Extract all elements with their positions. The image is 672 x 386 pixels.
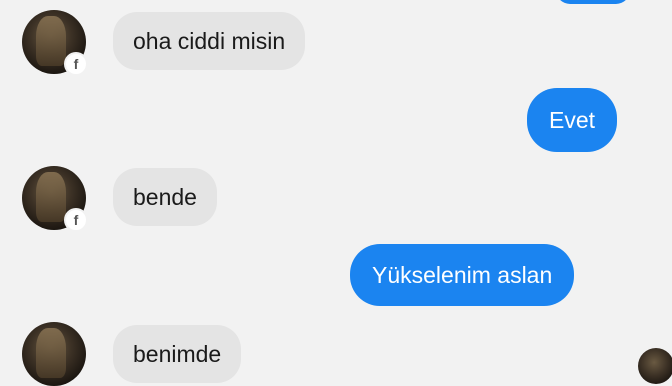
avatar-photo: [36, 172, 66, 222]
previous-outgoing-bubble-edge: [556, 0, 630, 4]
outgoing-message-bubble[interactable]: Yükselenim aslan: [350, 244, 575, 306]
facebook-icon: f: [64, 52, 88, 76]
sender-avatar[interactable]: [22, 322, 86, 386]
outgoing-message-bubble[interactable]: Evet: [527, 88, 618, 152]
facebook-icon: f: [64, 208, 88, 232]
incoming-message-bubble[interactable]: bende: [113, 168, 217, 226]
chat-thread: f oha ciddi misin Evet f bende Yükseleni…: [0, 0, 672, 386]
avatar-photo: [36, 328, 66, 378]
avatar-photo: [36, 16, 66, 66]
incoming-message-bubble[interactable]: oha ciddi misin: [113, 12, 306, 70]
incoming-message-bubble[interactable]: benimde: [113, 325, 242, 383]
seen-receipt-avatar: [638, 348, 672, 384]
sender-avatar[interactable]: f: [22, 166, 88, 232]
sender-avatar[interactable]: f: [22, 10, 88, 76]
